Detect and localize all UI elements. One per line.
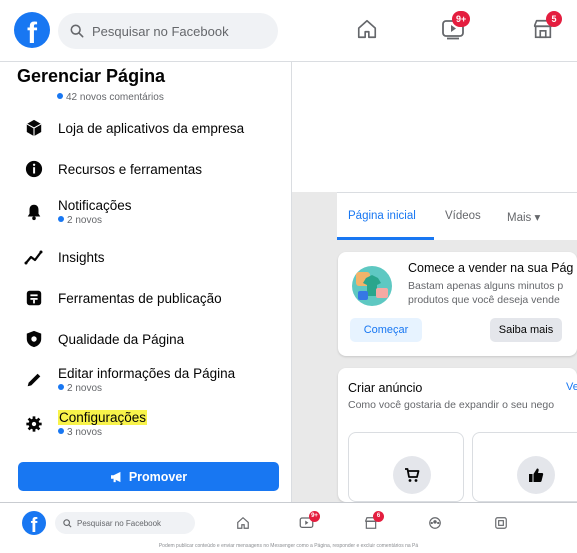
ad-option-like[interactable] [472,432,577,502]
comments-count: 42 novos comentários [57,92,164,103]
thumbs-up-icon [529,468,544,482]
gaming-icon[interactable] [494,516,508,530]
thumbs-up-icon-circle [517,456,555,494]
menu-label: Qualidade da Página [58,331,185,347]
search-box[interactable] [58,13,278,49]
menu-item-edit-page-info[interactable]: Editar informações da Página 2 novos [12,360,282,400]
menu-item-notifications[interactable]: Notificações 2 novos [12,192,282,232]
promote-button[interactable]: Promover [18,462,279,491]
menu-item-resources[interactable]: Recursos e ferramentas [12,149,282,189]
watch-badge: 9+ [452,11,471,27]
active-tab-indicator [337,237,434,240]
see-all-link[interactable]: Ve [566,381,577,393]
megaphone-icon [110,471,121,482]
top-navigation-bar: f 9+ 5 [0,0,577,62]
cube-icon [20,114,48,142]
create-ad-card: Criar anúncio Ve Como você gostaria de e… [338,368,577,502]
gear-icon [20,410,48,438]
menu-label: Configurações [58,410,148,425]
page-tabs: Página inicial Vídeos Mais ▾ [337,192,577,240]
menu-label: Insights [58,249,105,265]
info-icon [20,155,48,183]
sell-card-description: Bastam apenas alguns minutos p produtos … [408,280,564,306]
learn-more-button[interactable]: Saiba mais [490,318,562,342]
search-input[interactable] [92,23,262,39]
menu-item-insights[interactable]: Insights [12,237,282,277]
panel-title: Gerenciar Página [17,66,166,86]
menu-label: Loja de aplicativos da empresa [58,120,245,136]
menu-label: Editar informações da Página [58,366,236,381]
marketplace-badge: 6 [373,511,384,522]
search-icon [70,24,84,38]
bell-icon [20,198,48,226]
manage-page-panel: Gerenciar Página 42 novos comentários Lo… [0,62,292,502]
menu-label: Notificações [58,198,132,213]
home-icon[interactable] [356,18,378,40]
watch-badge: 9+ [309,511,320,522]
new-dot [57,93,63,99]
search-placeholder: Pesquisar no Facebook [77,518,162,528]
bottom-navigation-bar: f Pesquisar no Facebook 9+ 6 Podem publi… [0,502,577,553]
search-icon [63,518,72,528]
menu-label: Ferramentas de publicação [58,290,222,306]
tab-more[interactable]: Mais ▾ [507,210,540,224]
ad-option-shop[interactable] [348,432,464,502]
publishing-tools-icon [20,284,48,312]
menu-item-page-quality[interactable]: Qualidade da Página [12,319,282,359]
shield-icon [20,325,48,353]
facebook-logo[interactable]: f [22,511,46,535]
menu-item-settings[interactable]: Configurações 3 novos [12,404,282,444]
menu-sublabel: 2 novos [58,383,235,394]
menu-label: Recursos e ferramentas [58,161,203,177]
groups-icon[interactable] [428,516,442,530]
cart-icon [405,468,420,482]
sell-card-title: Comece a vender na sua Pág [408,261,574,275]
pencil-icon [20,366,48,394]
menu-item-publishing-tools[interactable]: Ferramentas de publicação [12,278,282,318]
start-selling-card: Comece a vender na sua Pág Bastam apenas… [338,252,577,356]
menu-sublabel: 3 novos [58,427,147,438]
page-cover-area [292,62,577,192]
menu-item-app-store[interactable]: Loja de aplicativos da empresa [12,108,282,148]
facebook-logo[interactable]: f [14,12,50,48]
search-box-small[interactable]: Pesquisar no Facebook [55,512,195,534]
cart-icon-circle [393,456,431,494]
page-role-notice: Podem publicar conteúdo e enviar mensage… [158,543,419,549]
tab-home[interactable]: Página inicial [348,210,416,222]
home-icon[interactable] [236,516,250,530]
menu-sublabel: 2 novos [58,215,132,226]
create-ad-description: Como você gostaria de expandir o seu neg… [348,399,555,411]
insights-icon [20,243,48,271]
marketplace-badge: 5 [546,11,562,27]
create-ad-title: Criar anúncio [348,381,423,395]
shop-illustration-icon [352,266,392,306]
tab-videos[interactable]: Vídeos [445,210,481,222]
start-button[interactable]: Começar [350,318,422,342]
